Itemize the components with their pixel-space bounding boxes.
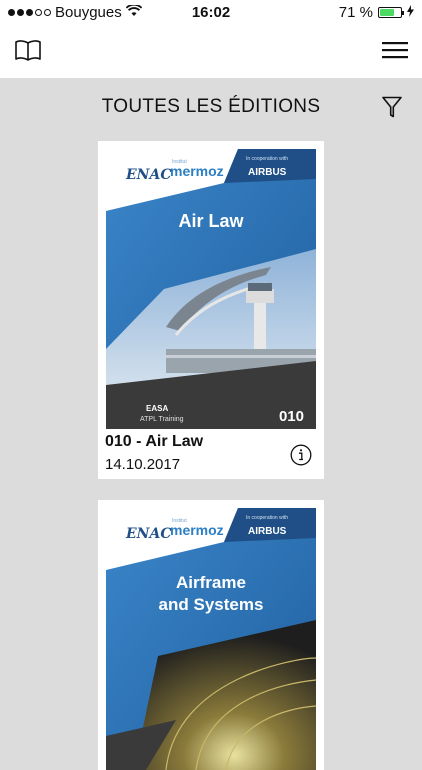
cover-logo-mermoz: mermoz xyxy=(170,522,224,538)
cover-logo-mermoz: mermoz xyxy=(170,163,224,179)
battery-percent: 71 % xyxy=(338,4,373,21)
cover-badge-atpl: ATPL Training xyxy=(140,416,184,423)
cover-subject: Air Law xyxy=(178,211,244,231)
edition-title: 010 - Air Law xyxy=(105,433,204,450)
edition-cover-image[interactable]: ENAC Institut mermoz In cooperation with… xyxy=(106,508,316,770)
charging-bolt-icon xyxy=(407,4,414,21)
status-right: 71 % xyxy=(339,4,414,21)
book-icon[interactable] xyxy=(14,38,42,67)
nav-bar xyxy=(0,26,422,78)
edition-card[interactable]: ENAC Institut mermoz In cooperation with… xyxy=(98,141,324,479)
cover-cooperation: In cooperation with xyxy=(246,156,288,162)
cover-cooperation: In cooperation with xyxy=(246,515,288,521)
cover-partner: AIRBUS xyxy=(248,526,287,537)
filter-icon[interactable] xyxy=(382,96,402,123)
edition-card[interactable]: ENAC Institut mermoz In cooperation with… xyxy=(98,500,324,770)
edition-cover-image[interactable]: ENAC Institut mermoz In cooperation with… xyxy=(106,149,316,429)
hamburger-menu-icon[interactable] xyxy=(382,39,408,66)
status-bar: Bouygues 16:02 71 % xyxy=(0,0,422,26)
cover-partner: AIRBUS xyxy=(248,167,287,178)
cover-badge-easa: EASA xyxy=(146,404,168,413)
cover-code: 010 xyxy=(279,408,304,425)
cover-logo-enac: ENAC xyxy=(125,526,171,542)
edition-date: 14.10.2017 xyxy=(105,456,181,473)
cover-subject-line1: Airframe xyxy=(176,573,246,592)
cover-logo-enac: ENAC xyxy=(125,167,171,183)
cover-subject-line2: and Systems xyxy=(159,595,264,614)
battery-icon xyxy=(378,7,404,18)
info-icon[interactable] xyxy=(290,444,312,471)
page-header: TOUTES LES ÉDITIONS xyxy=(0,78,422,138)
page-title: TOUTES LES ÉDITIONS xyxy=(101,96,321,117)
